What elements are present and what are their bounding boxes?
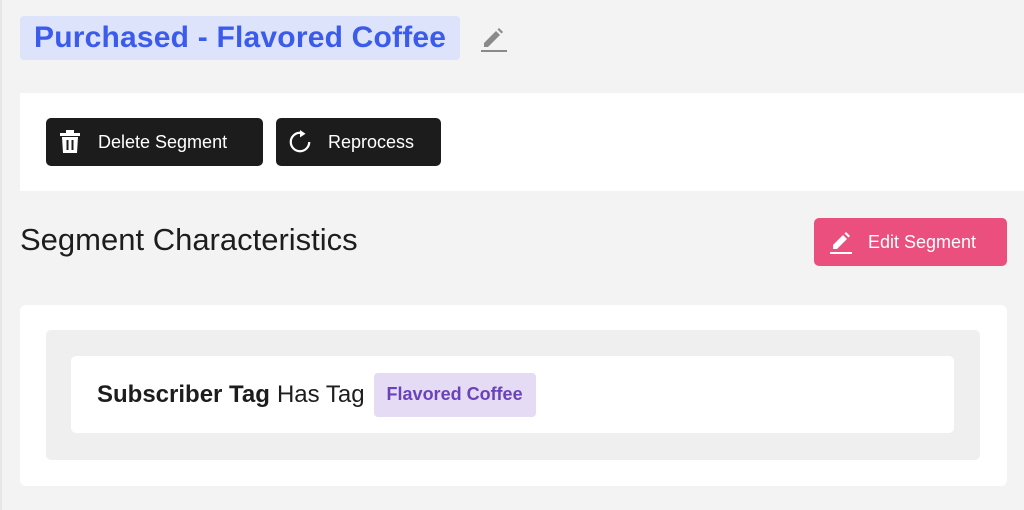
rule-group: Subscriber Tag Has Tag Flavored Coffee: [46, 330, 980, 460]
characteristics-card: Subscriber Tag Has Tag Flavored Coffee: [20, 305, 1007, 486]
pencil-icon: [481, 28, 508, 52]
rule-row: Subscriber Tag Has Tag Flavored Coffee: [71, 356, 954, 433]
reprocess-label: Reprocess: [328, 131, 415, 152]
rule-tag-badge: Flavored Coffee: [373, 372, 536, 417]
rule-field: Subscriber Tag: [97, 380, 270, 408]
segment-actions-card: Delete Segment Reprocess: [20, 93, 1024, 191]
segment-detail-page: Purchased - Flavored Coffee Delete Segme…: [0, 0, 1024, 510]
edit-segment-label: Edit Segment: [868, 231, 977, 252]
segment-title: Purchased - Flavored Coffee: [20, 16, 461, 60]
edit-title-button[interactable]: [478, 21, 508, 55]
rule-operator: Has Tag: [276, 380, 365, 408]
delete-segment-button[interactable]: Delete Segment: [46, 118, 263, 166]
pencil-icon: [828, 229, 854, 255]
section-heading: Segment Characteristics: [20, 222, 358, 257]
refresh-icon: [288, 130, 312, 154]
delete-segment-label: Delete Segment: [98, 131, 228, 152]
trash-icon: [58, 130, 82, 154]
title-row: Purchased - Flavored Coffee: [20, 16, 508, 60]
reprocess-button[interactable]: Reprocess: [276, 118, 441, 166]
edit-segment-button[interactable]: Edit Segment: [814, 218, 1007, 266]
